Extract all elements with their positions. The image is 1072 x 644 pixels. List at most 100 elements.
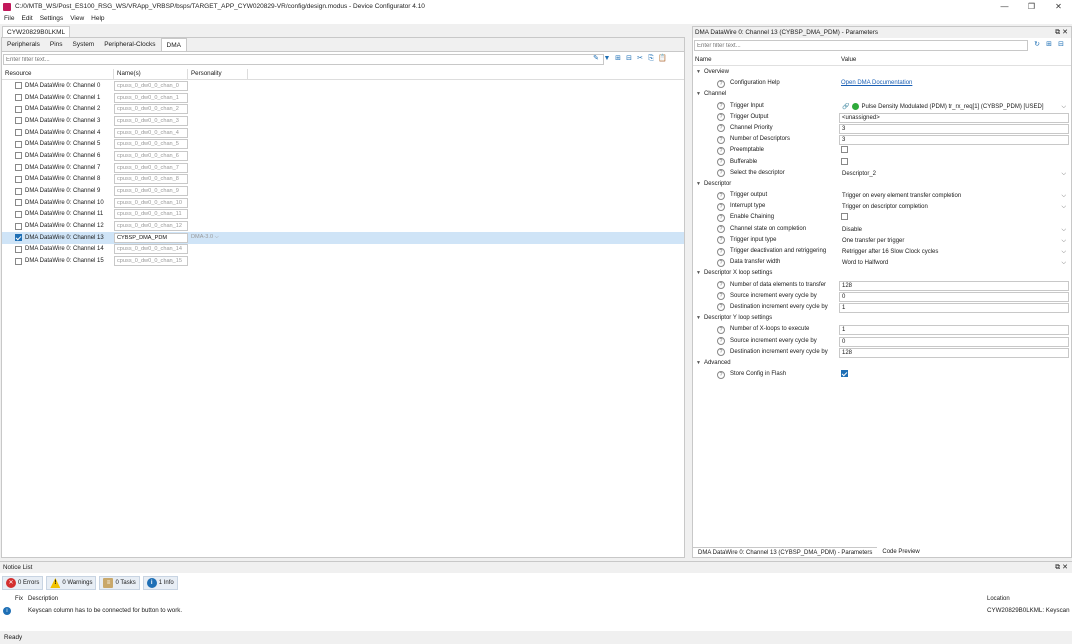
instance-name-field[interactable]: cpuss_0_dw0_0_chan_6: [114, 150, 188, 161]
table-row[interactable]: DMA DataWire 0: Channel 4 cpuss_0_dw0_0_c…: [2, 127, 684, 139]
table-row[interactable]: DMA DataWire 0: Channel 5 cpuss_0_dw0_0_c…: [2, 138, 684, 150]
tab-peripheral-clocks[interactable]: Peripheral-Clocks: [99, 38, 160, 51]
help-icon[interactable]: ?: [717, 281, 725, 290]
float-pane-icon[interactable]: ⧉: [1055, 29, 1060, 36]
chevron-down-icon[interactable]: ▼: [696, 67, 701, 78]
chevron-down-icon[interactable]: ▼: [696, 89, 701, 100]
table-row[interactable]: DMA DataWire 0: Channel 6 cpuss_0_dw0_0_c…: [2, 150, 684, 162]
param-value-select[interactable]: Word to Halfword ⌵: [839, 258, 1069, 268]
personality-select[interactable]: DMA-3.0 ⌵: [188, 234, 248, 241]
instance-name-field[interactable]: cpuss_0_dw0_0_chan_4: [114, 127, 188, 138]
param-checkbox[interactable]: [841, 146, 848, 154]
help-icon[interactable]: ?: [717, 247, 725, 256]
enable-checkbox[interactable]: [15, 94, 22, 102]
close-button[interactable]: ✕: [1045, 0, 1072, 13]
instance-name-field[interactable]: cpuss_0_dw0_0_chan_9: [114, 186, 188, 197]
resource-filter-input[interactable]: [3, 54, 604, 65]
help-icon[interactable]: ?: [717, 169, 725, 178]
param-value-field[interactable]: 3: [839, 123, 1069, 134]
param-value-field[interactable]: <unassigned>: [839, 112, 1069, 123]
instance-name-field[interactable]: CYBSP_DMA_PDM: [114, 232, 188, 243]
instance-name-field[interactable]: cpuss_0_dw0_0_chan_0: [114, 80, 188, 91]
param-value-field[interactable]: 128: [839, 347, 1069, 358]
param-checkbox[interactable]: [841, 370, 848, 378]
chevron-down-icon[interactable]: ▼: [696, 313, 701, 324]
cut-icon[interactable]: ✂: [636, 54, 644, 63]
trigger-input-select[interactable]: 🔗 Pulse Density Modulated (PDM) tr_rx_req…: [839, 102, 1069, 112]
instance-name-field[interactable]: cpuss_0_dw0_0_chan_5: [114, 139, 188, 150]
group-header[interactable]: ▼ Advanced: [693, 358, 731, 369]
param-group[interactable]: ▼ Descriptor: [693, 179, 1071, 190]
enable-checkbox[interactable]: [15, 199, 22, 207]
help-icon[interactable]: ?: [717, 158, 725, 166]
enable-checkbox[interactable]: [15, 234, 22, 242]
errors-filter[interactable]: ✕ 0 Errors: [2, 576, 44, 590]
enable-checkbox[interactable]: [15, 210, 22, 218]
instance-name-field[interactable]: cpuss_0_dw0_0_chan_3: [114, 115, 188, 126]
menu-settings[interactable]: Settings: [40, 15, 64, 22]
close-pane-icon[interactable]: ✕: [1062, 29, 1068, 36]
param-value-select[interactable]: Trigger on descriptor completion ⌵: [839, 202, 1069, 212]
instance-name-field[interactable]: cpuss_0_dw0_0_chan_10: [114, 197, 188, 208]
info-filter[interactable]: i 1 Info: [142, 576, 178, 590]
maximize-button[interactable]: ❐: [1018, 0, 1045, 13]
enable-checkbox[interactable]: [15, 129, 22, 137]
clear-filter-icon[interactable]: ✎: [592, 54, 600, 63]
param-value-field[interactable]: 128: [839, 280, 1069, 291]
help-icon[interactable]: ?: [717, 124, 725, 133]
param-group[interactable]: ▼ Descriptor X loop settings: [693, 268, 1071, 279]
menu-view[interactable]: View: [70, 15, 84, 22]
refresh-icon[interactable]: ↻: [1033, 40, 1041, 49]
enable-checkbox[interactable]: [15, 187, 22, 195]
col-personality[interactable]: Personality: [188, 69, 248, 79]
chevron-down-icon[interactable]: ▼: [696, 268, 701, 279]
table-row[interactable]: DMA DataWire 0: Channel 2 cpuss_0_dw0_0_c…: [2, 103, 684, 115]
param-value-field[interactable]: 1: [839, 325, 1069, 336]
tab-parameters[interactable]: DMA DataWire 0: Channel 13 (CYBSP_DMA_PD…: [693, 547, 878, 557]
device-tab[interactable]: CYW20829B0LKML: [2, 26, 71, 37]
table-row[interactable]: DMA DataWire 0: Channel 11 cpuss_0_dw0_0_…: [2, 209, 684, 221]
param-checkbox[interactable]: [841, 157, 848, 165]
enable-checkbox[interactable]: [15, 140, 22, 148]
help-icon[interactable]: ?: [717, 303, 725, 312]
help-icon[interactable]: ?: [717, 258, 725, 267]
instance-name-field[interactable]: cpuss_0_dw0_0_chan_7: [114, 162, 188, 173]
parameter-filter-input[interactable]: [694, 40, 1028, 51]
table-row[interactable]: DMA DataWire 0: Channel 14 cpuss_0_dw0_0_…: [2, 244, 684, 256]
enable-checkbox[interactable]: [15, 257, 22, 265]
param-value-select[interactable]: Trigger on every element transfer comple…: [839, 191, 1069, 201]
tab-code-preview[interactable]: Code Preview: [877, 547, 924, 557]
table-row[interactable]: DMA DataWire 0: Channel 13 CYBSP_DMA_PDM D…: [2, 231, 684, 244]
param-group[interactable]: ▼ Descriptor Y loop settings: [693, 313, 1071, 324]
param-value-select[interactable]: One transfer per trigger ⌵: [839, 236, 1069, 246]
tasks-filter[interactable]: ≡ 0 Tasks: [99, 576, 140, 590]
enable-checkbox[interactable]: [15, 245, 22, 253]
param-group[interactable]: ▼ Advanced: [693, 358, 1071, 369]
group-header[interactable]: ▼ Overview: [693, 67, 729, 78]
enable-checkbox[interactable]: [15, 164, 22, 172]
tab-system[interactable]: System: [68, 38, 100, 51]
chevron-down-icon[interactable]: ▼: [696, 179, 701, 190]
group-header[interactable]: ▼ Descriptor X loop settings: [693, 268, 772, 279]
enable-checkbox[interactable]: [15, 222, 22, 230]
col-resource[interactable]: Resource: [2, 69, 114, 79]
instance-name-field[interactable]: cpuss_0_dw0_0_chan_11: [114, 209, 188, 220]
col-names[interactable]: Name(s): [114, 69, 188, 79]
close-pane-icon[interactable]: ✕: [1062, 564, 1068, 571]
table-row[interactable]: DMA DataWire 0: Channel 15 cpuss_0_dw0_0_…: [2, 255, 684, 267]
param-value-field[interactable]: 0: [839, 291, 1069, 302]
menu-file[interactable]: File: [4, 15, 14, 22]
link-icon[interactable]: 🔗: [842, 104, 849, 110]
menu-help[interactable]: Help: [91, 15, 104, 22]
group-header[interactable]: ▼ Descriptor Y loop settings: [693, 313, 772, 324]
expand-all-icon[interactable]: ⊞: [1045, 40, 1053, 49]
table-row[interactable]: DMA DataWire 0: Channel 12 cpuss_0_dw0_0_…: [2, 220, 684, 232]
help-icon[interactable]: ?: [717, 337, 725, 345]
table-row[interactable]: DMA DataWire 0: Channel 0 cpuss_0_dw0_0_c…: [2, 80, 684, 92]
instance-name-field[interactable]: cpuss_0_dw0_0_chan_8: [114, 174, 188, 185]
help-icon[interactable]: ?: [717, 113, 725, 122]
param-value-field[interactable]: 1: [839, 302, 1069, 313]
help-icon[interactable]: ?: [717, 146, 725, 155]
help-icon[interactable]: ?: [717, 213, 725, 222]
table-row[interactable]: DMA DataWire 0: Channel 10 cpuss_0_dw0_0_…: [2, 197, 684, 209]
